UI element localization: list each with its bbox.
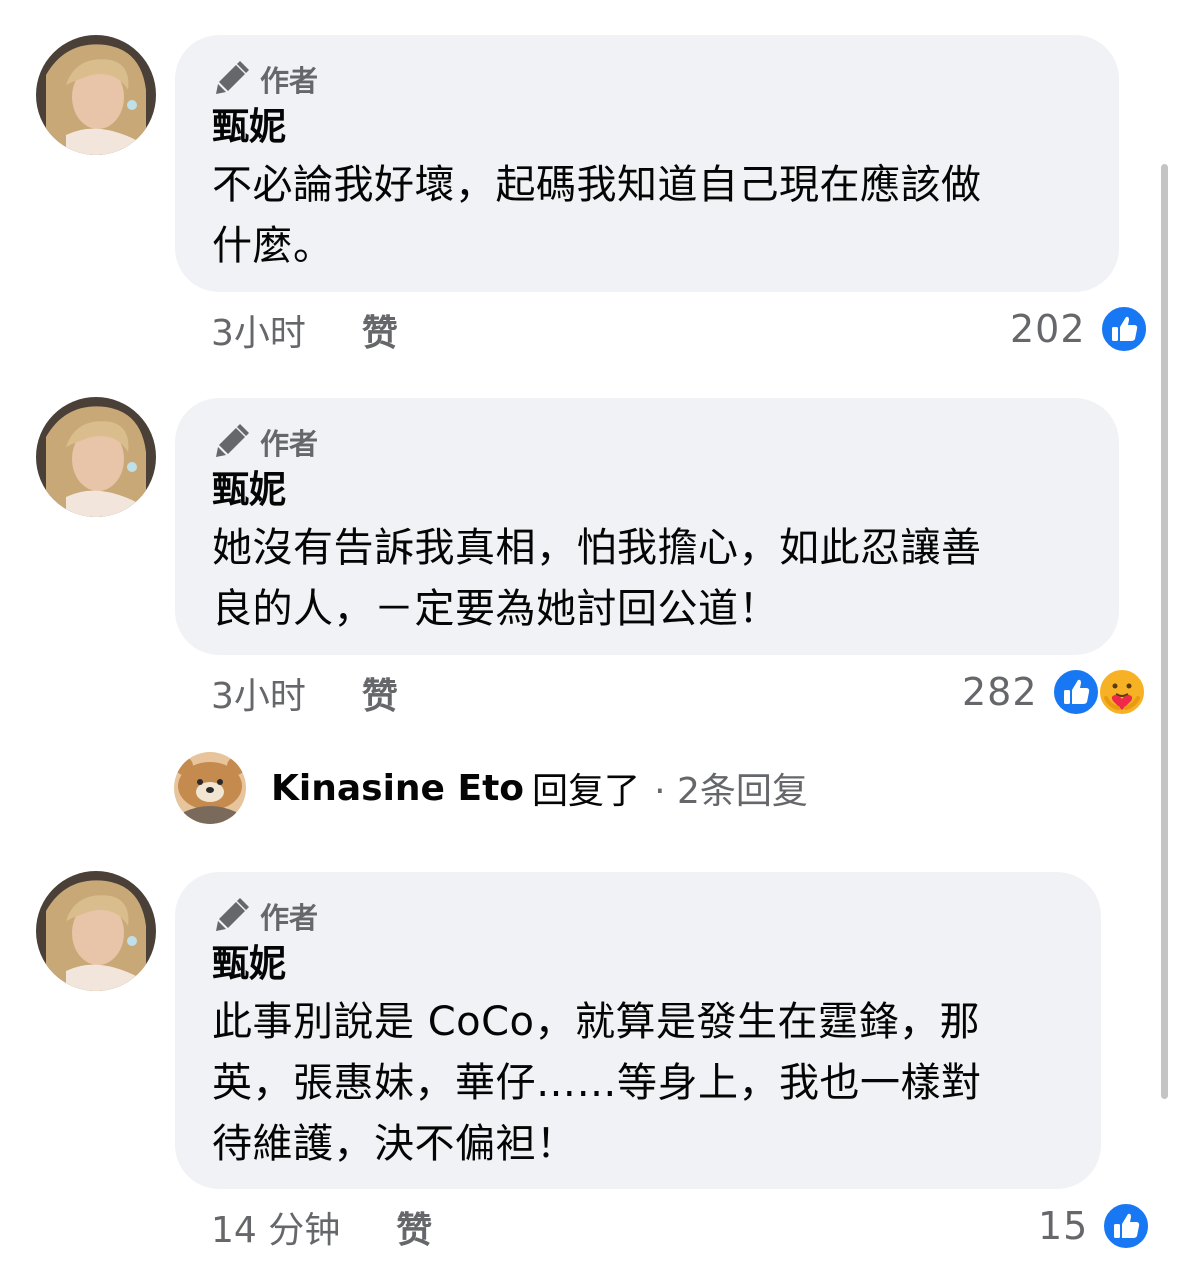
reply-author-name: Kinasine Eto — [271, 767, 525, 809]
scrollbar[interactable] — [1161, 164, 1168, 1099]
like-icon — [1051, 668, 1100, 716]
comment-time[interactable]: 14 分钟 — [211, 1201, 340, 1253]
comment-bubble: 作者 甄妮 不必論我好壞，起碼我知道自己現在應該做 什麼。 — [175, 35, 1119, 292]
like-button[interactable]: 赞 — [396, 1201, 432, 1253]
author-avatar[interactable] — [36, 871, 156, 991]
reaction-count: 202 — [1010, 307, 1086, 351]
reaction-summary[interactable]: 202 — [1010, 303, 1148, 355]
view-replies-link[interactable]: Kinasine Eto 回复了 · 2条回复 — [174, 752, 808, 824]
like-icon — [1102, 1202, 1151, 1250]
author-badge: 作者 — [212, 59, 1083, 99]
reaction-summary[interactable]: 15 — [1038, 1200, 1151, 1252]
author-name[interactable]: 甄妮 — [212, 103, 1083, 151]
reaction-count: 282 — [962, 670, 1038, 714]
comment-actions: 3小时 赞 — [211, 305, 398, 355]
pen-icon — [216, 61, 249, 94]
comment-bubble: 作者 甄妮 她沒有告訴我真相，怕我擔心，如此忍讓善 良的人，－定要為她討回公道！ — [175, 398, 1119, 655]
reaction-summary[interactable]: 282 — [962, 666, 1146, 718]
comment-time[interactable]: 3小时 — [211, 304, 306, 356]
like-icon — [1099, 305, 1148, 353]
author-badge: 作者 — [212, 422, 1083, 462]
reply-verb: 回复了 — [532, 771, 641, 812]
like-button[interactable]: 赞 — [362, 304, 398, 356]
pen-icon — [216, 898, 249, 931]
author-avatar[interactable] — [36, 35, 156, 155]
comment-time[interactable]: 3小时 — [211, 667, 306, 719]
author-name[interactable]: 甄妮 — [212, 466, 1083, 514]
comment-text: 此事別說是 CoCo，就算是發生在霆鋒，那 英，張惠妹，華仔……等身上，我也一樣… — [212, 999, 982, 1167]
reply-count: · 2条回复 — [654, 771, 808, 812]
comment-actions: 14 分钟 赞 — [211, 1202, 432, 1252]
comment-bubble: 作者 甄妮 此事別說是 CoCo，就算是發生在霆鋒，那 英，張惠妹，華仔……等身… — [175, 872, 1101, 1189]
comment-actions: 3小时 赞 — [211, 668, 398, 718]
reply-avatar — [174, 752, 246, 824]
author-name[interactable]: 甄妮 — [212, 940, 1065, 988]
care-icon — [1097, 668, 1146, 716]
author-avatar[interactable] — [36, 397, 156, 517]
reaction-count: 15 — [1038, 1204, 1089, 1248]
comment-text: 她沒有告訴我真相，怕我擔心，如此忍讓善 良的人，－定要為她討回公道！ — [212, 525, 982, 632]
comment-text: 不必論我好壞，起碼我知道自己現在應該做 什麼。 — [212, 162, 982, 269]
like-button[interactable]: 赞 — [362, 667, 398, 719]
author-badge: 作者 — [212, 896, 1065, 936]
pen-icon — [216, 424, 249, 457]
